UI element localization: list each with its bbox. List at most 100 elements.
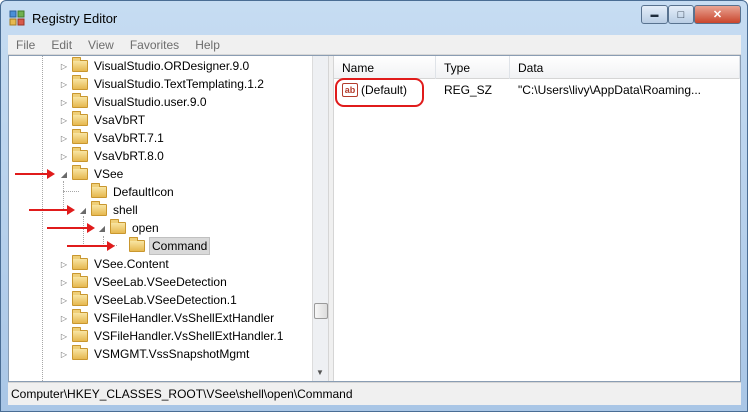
- tree-node[interactable]: ▷ VSee.Content: [59, 255, 171, 273]
- tree-node-label: VSMGMT.VssSnapshotMgmt: [94, 347, 250, 361]
- folder-icon: [72, 309, 88, 324]
- value-data: "C:\Users\livy\AppData\Roaming...: [518, 83, 701, 97]
- folder-icon: [72, 291, 88, 306]
- list-header: Name Type Data: [334, 56, 740, 79]
- tree-node-label: VsaVbRT.7.1: [94, 131, 164, 145]
- folder-icon: [72, 93, 88, 108]
- tree-node-label: VSee.Content: [94, 257, 169, 271]
- tree-node[interactable]: ▷ VSeeLab.VSeeDetection: [59, 273, 229, 291]
- folder-icon: [72, 147, 88, 162]
- client-area: ▼ ▷ VisualStudio.ORDesigner.9.0 ▷ VisualStu…: [8, 55, 741, 382]
- column-header-type[interactable]: Type: [436, 56, 510, 79]
- tree-node-label: VSFileHandler.VsShellExtHandler.1: [94, 329, 284, 343]
- tree-node[interactable]: ▷ VSFileHandler.VsShellExtHandler.1: [59, 327, 285, 345]
- expand-icon[interactable]: ▷: [59, 278, 69, 287]
- close-icon: ✕: [712, 9, 723, 21]
- tree-node[interactable]: ▷ VSFileHandler.VsShellExtHandler: [59, 309, 276, 327]
- column-header-name[interactable]: Name: [334, 56, 436, 79]
- tree-guide-line: [63, 181, 64, 209]
- tree-node-label: VSeeLab.VSeeDetection: [94, 275, 227, 289]
- tree-node[interactable]: ▷ VsaVbRT: [59, 111, 147, 129]
- tree-node[interactable]: ◢ open: [97, 219, 161, 237]
- scroll-thumb[interactable]: [314, 303, 328, 319]
- menu-favorites[interactable]: Favorites: [122, 38, 187, 52]
- scroll-down-icon[interactable]: ▼: [316, 368, 324, 377]
- expand-icon[interactable]: ▷: [59, 152, 69, 161]
- collapse-icon[interactable]: ◢: [78, 206, 88, 215]
- expand-icon[interactable]: ▷: [59, 98, 69, 107]
- folder-icon: [91, 201, 107, 216]
- tree-node-label: VisualStudio.ORDesigner.9.0: [94, 59, 250, 73]
- folder-icon: [129, 237, 145, 252]
- tree-guide-line: [63, 191, 79, 192]
- tree-node-label: VsaVbRT: [94, 113, 146, 127]
- annotation-arrow: [67, 241, 115, 251]
- minimize-button[interactable]: ▬: [641, 5, 668, 24]
- tree-node-label: DefaultIcon: [113, 185, 174, 199]
- tree-node[interactable]: ▷ VisualStudio.TextTemplating.1.2: [59, 75, 266, 93]
- tree-node[interactable]: ▷ VSeeLab.VSeeDetection.1: [59, 291, 239, 309]
- tree-node-label: shell: [113, 203, 138, 217]
- tree-node[interactable]: Command: [116, 237, 211, 255]
- tree-guide-line: [42, 56, 43, 381]
- tree-node[interactable]: ▷ VSMGMT.VssSnapshotMgmt: [59, 345, 251, 363]
- tree-pane[interactable]: ▼ ▷ VisualStudio.ORDesigner.9.0 ▷ VisualStu…: [9, 56, 328, 381]
- tree-node-label: VSee: [94, 167, 124, 181]
- menu-edit[interactable]: Edit: [43, 38, 80, 52]
- folder-icon: [72, 75, 88, 90]
- menu-file[interactable]: File: [8, 38, 43, 52]
- expand-icon[interactable]: ▷: [59, 296, 69, 305]
- expand-icon[interactable]: ▷: [59, 80, 69, 89]
- annotation-arrow: [15, 169, 55, 179]
- menu-view[interactable]: View: [80, 38, 122, 52]
- expand-icon[interactable]: ▷: [59, 314, 69, 323]
- expand-icon[interactable]: ▷: [59, 62, 69, 71]
- folder-icon: [72, 129, 88, 144]
- tree-guide-line: [83, 216, 84, 244]
- expand-icon[interactable]: ▷: [59, 260, 69, 269]
- tree-node[interactable]: ▷ VisualStudio.ORDesigner.9.0: [59, 57, 251, 75]
- value-type: REG_SZ: [444, 83, 493, 97]
- tree-node-label: VSFileHandler.VsShellExtHandler: [94, 311, 275, 325]
- tree-node-label: open: [132, 221, 159, 235]
- column-header-data[interactable]: Data: [510, 56, 740, 79]
- expand-icon[interactable]: ▷: [59, 350, 69, 359]
- expand-icon[interactable]: ▷: [59, 134, 69, 143]
- tree-node[interactable]: ▷ VsaVbRT.8.0: [59, 147, 166, 165]
- folder-icon: [72, 111, 88, 126]
- tree-node-label: VSeeLab.VSeeDetection.1: [94, 293, 237, 307]
- collapse-icon[interactable]: ◢: [97, 224, 107, 233]
- annotation-arrow: [47, 223, 95, 233]
- menu-help[interactable]: Help: [187, 38, 228, 52]
- tree-node[interactable]: ◢ VSee: [59, 165, 125, 183]
- folder-icon: [72, 273, 88, 288]
- annotation-circle: [335, 78, 424, 107]
- tree-node[interactable]: DefaultIcon: [78, 183, 176, 201]
- folder-icon: [72, 255, 88, 270]
- window-title: Registry Editor: [32, 11, 118, 26]
- tree-node-label: VsaVbRT.8.0: [94, 149, 164, 163]
- folder-icon: [91, 183, 107, 198]
- registry-editor-window: Registry Editor ▬ □ ✕ File Edit View Favori…: [0, 0, 748, 412]
- tree-node[interactable]: ◢ shell: [78, 201, 140, 219]
- annotation-arrow: [29, 205, 75, 215]
- maximize-icon: □: [677, 8, 685, 21]
- tree-node[interactable]: ▷ VisualStudio.user.9.0: [59, 93, 209, 111]
- menu-bar: File Edit View Favorites Help: [8, 35, 741, 55]
- title-bar: Registry Editor ▬ □ ✕: [1, 1, 747, 35]
- tree-scrollbar[interactable]: ▼: [312, 56, 328, 381]
- tree-node[interactable]: ▷ VsaVbRT.7.1: [59, 129, 166, 147]
- folder-icon: [72, 345, 88, 360]
- registry-editor-icon: [9, 10, 25, 26]
- values-pane[interactable]: Name Type Data ab (Default) REG_SZ "C:\U…: [334, 56, 740, 381]
- tree-node-label: VisualStudio.TextTemplating.1.2: [94, 77, 264, 91]
- folder-icon: [72, 165, 88, 180]
- expand-icon[interactable]: ▷: [59, 332, 69, 341]
- close-button[interactable]: ✕: [694, 5, 741, 24]
- minimize-icon: ▬: [650, 10, 659, 19]
- expand-icon[interactable]: ▷: [59, 116, 69, 125]
- maximize-button[interactable]: □: [668, 5, 694, 24]
- collapse-icon[interactable]: ◢: [59, 170, 69, 179]
- folder-icon: [72, 327, 88, 342]
- folder-icon: [72, 57, 88, 72]
